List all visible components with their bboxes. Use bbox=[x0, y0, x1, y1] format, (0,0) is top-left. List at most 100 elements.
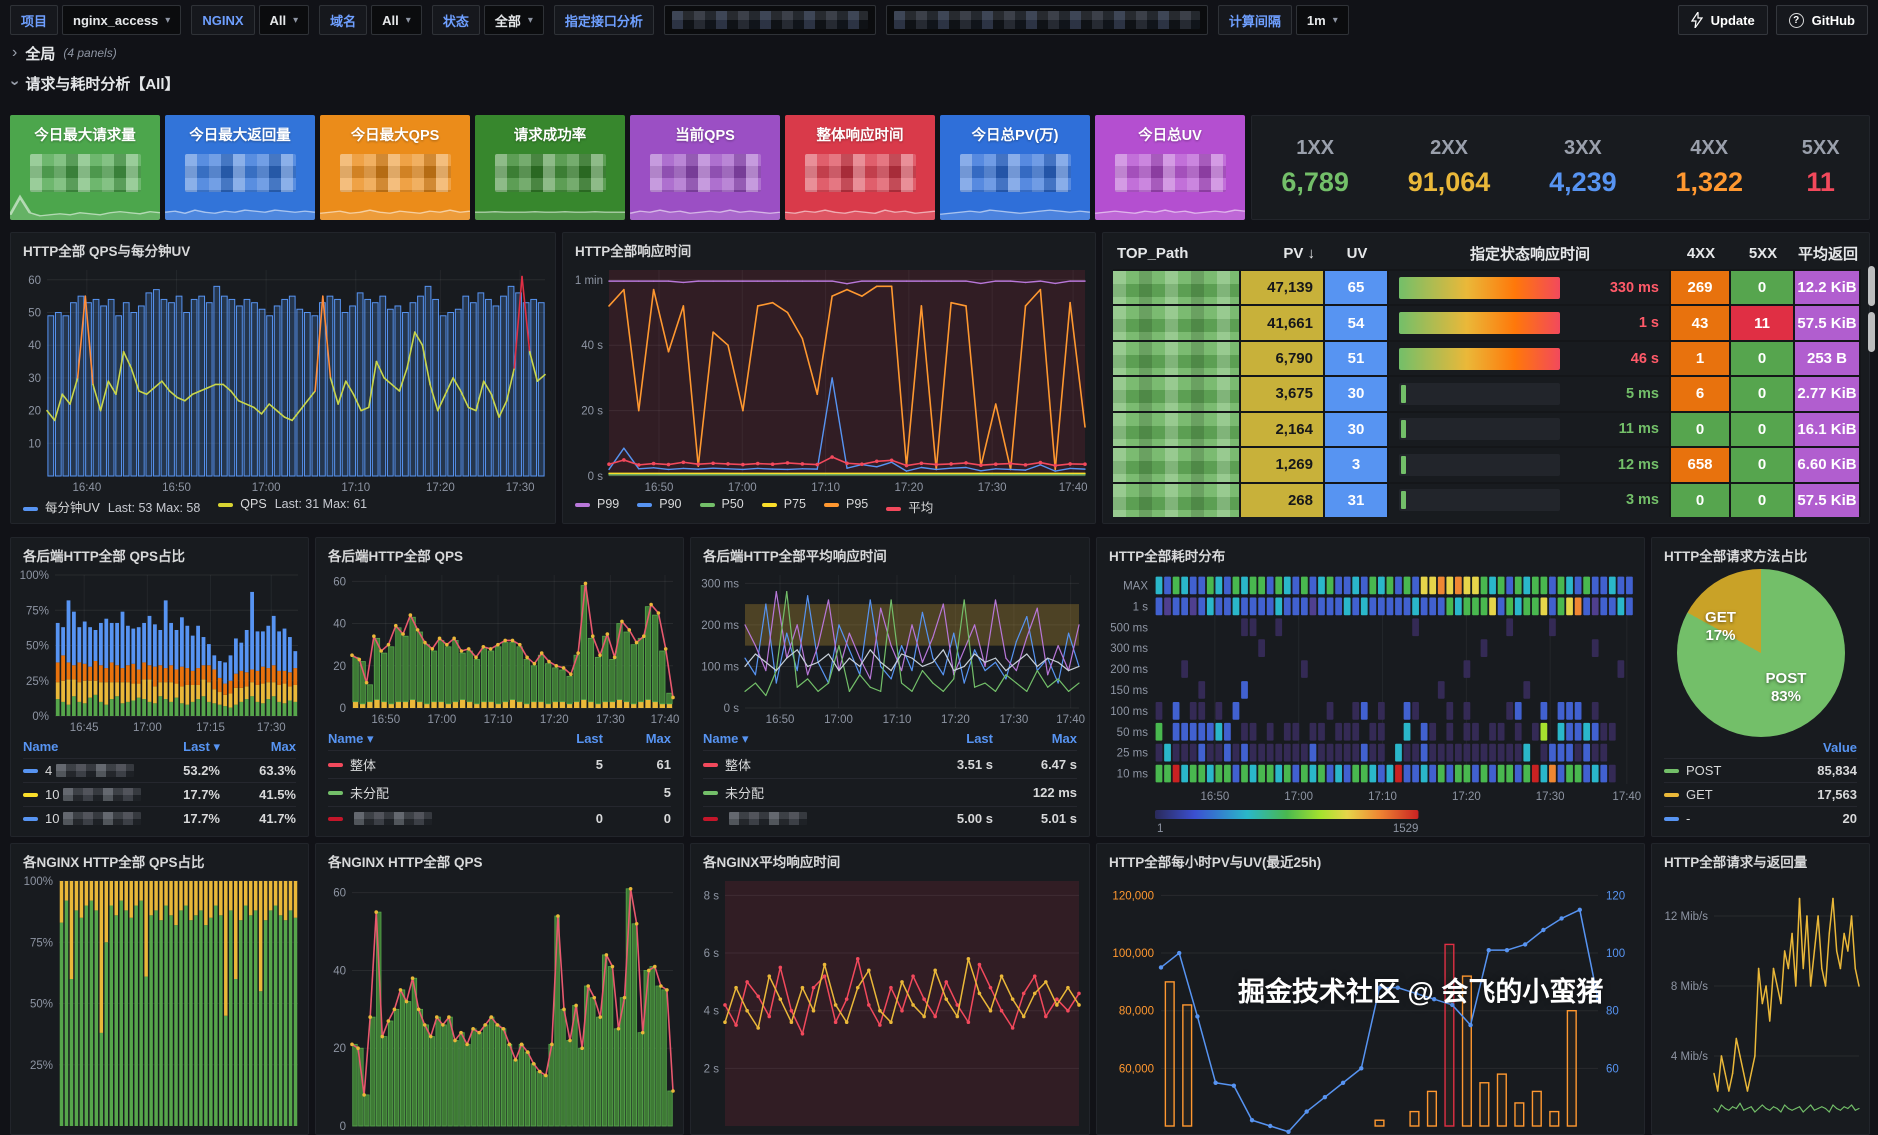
row-header-global[interactable]: › 全局 (4 panels) bbox=[0, 40, 1878, 66]
svg-text:20: 20 bbox=[333, 661, 346, 673]
panel-title[interactable]: HTTP全部请求方法占比 bbox=[1652, 538, 1869, 567]
legend-col-header[interactable]: Value bbox=[1771, 737, 1857, 758]
stat-tile-sparkline bbox=[165, 194, 315, 220]
stat-tile[interactable]: 今日总PV(万) bbox=[940, 115, 1090, 220]
legend-series-name[interactable]: GET bbox=[1664, 782, 1771, 806]
legend-item[interactable]: P99 bbox=[575, 497, 619, 516]
series-name: GET bbox=[1686, 787, 1713, 802]
legend-item[interactable]: P50 bbox=[700, 497, 744, 516]
column-header[interactable]: 平均返回 bbox=[1795, 243, 1861, 264]
column-header[interactable]: PV ↓ bbox=[1241, 245, 1325, 262]
legend-col-header[interactable]: Max bbox=[220, 736, 296, 758]
panel-title[interactable]: 各后端HTTP全部平均响应时间 bbox=[691, 538, 1089, 567]
table-row: 41,661541 s431157.5 KiB bbox=[1113, 304, 1861, 339]
legend-col-header[interactable]: Max bbox=[993, 728, 1077, 750]
stat-tile[interactable]: 今日最大返回量 bbox=[165, 115, 315, 220]
legend-item[interactable]: 平均 bbox=[886, 497, 933, 516]
panel-duration-heatmap: HTTP全部耗时分布 16:5017:0017:1017:2017:3017:4… bbox=[1096, 537, 1645, 837]
panel-title[interactable]: HTTP全部每小时PV与UV(最近25h) bbox=[1097, 844, 1644, 873]
legend-series-name[interactable]: 整体 bbox=[703, 750, 909, 778]
interval-select[interactable]: 1m▾ bbox=[1296, 5, 1349, 35]
nginx-select[interactable]: All▾ bbox=[259, 5, 310, 35]
legend-item[interactable]: P90 bbox=[637, 497, 681, 516]
legend-swatch bbox=[23, 769, 38, 773]
stat-tile[interactable]: 整体响应时间 bbox=[785, 115, 935, 220]
legend-col-header[interactable]: Last ▾ bbox=[144, 736, 220, 758]
avg-return-cell: 2.77 KiB bbox=[1795, 377, 1861, 410]
redacted-input[interactable] bbox=[664, 5, 876, 35]
svg-text:60: 60 bbox=[1606, 1063, 1619, 1075]
panel-title[interactable]: 各NGINX HTTP全部 QPS占比 bbox=[11, 844, 308, 873]
stat-tile[interactable]: 当前QPS bbox=[630, 115, 780, 220]
stat-tile[interactable]: 请求成功率 bbox=[475, 115, 625, 220]
stat-tile[interactable]: 今日最大请求量 bbox=[10, 115, 160, 220]
panel-title[interactable]: 各NGINX HTTP全部 QPS bbox=[316, 844, 683, 873]
column-header[interactable]: 4XX bbox=[1671, 245, 1731, 262]
svg-text:40: 40 bbox=[333, 965, 346, 977]
legend-col-header[interactable]: Name bbox=[23, 736, 144, 758]
panel-title[interactable]: 各后端HTTP全部 QPS占比 bbox=[11, 538, 308, 567]
panel-qps-uv: HTTP全部 QPS与每分钟UV 10203040506016:4016:501… bbox=[10, 232, 556, 524]
legend-series-name[interactable] bbox=[703, 806, 909, 830]
svg-text:17:20: 17:20 bbox=[941, 714, 970, 726]
scrollbar-thumb[interactable] bbox=[1868, 312, 1875, 352]
legend-item[interactable]: QPSLast: 31 Max: 61 bbox=[218, 497, 367, 516]
update-button[interactable]: Update bbox=[1678, 5, 1768, 35]
legend-col-header[interactable]: Last bbox=[535, 728, 603, 750]
domain-select[interactable]: All▾ bbox=[371, 5, 422, 35]
legend-col-header[interactable]: Last bbox=[909, 728, 993, 750]
svg-text:6 s: 6 s bbox=[704, 948, 720, 960]
legend-series-name[interactable]: 10 bbox=[23, 806, 144, 830]
panel-title[interactable]: 各NGINX平均响应时间 bbox=[691, 844, 1089, 873]
legend-series-name[interactable]: 未分配 bbox=[328, 778, 535, 806]
svg-text:17:20: 17:20 bbox=[894, 482, 923, 494]
redacted-input[interactable] bbox=[886, 5, 1208, 35]
svg-text:MAX: MAX bbox=[1123, 580, 1148, 592]
svg-text:50: 50 bbox=[28, 308, 41, 320]
bar-track bbox=[1399, 418, 1560, 440]
column-header[interactable]: UV bbox=[1325, 245, 1389, 262]
legend-item[interactable]: 每分钟UVLast: 53 Max: 58 bbox=[23, 497, 200, 516]
legend-series-name[interactable]: 10 bbox=[23, 782, 144, 806]
legend-series-name[interactable]: 4 bbox=[23, 758, 144, 782]
svg-text:12 Mib/s: 12 Mib/s bbox=[1665, 911, 1709, 923]
legend-col-header[interactable]: Max bbox=[603, 728, 671, 750]
svg-text:17:30: 17:30 bbox=[999, 714, 1028, 726]
column-header[interactable]: 5XX bbox=[1731, 245, 1795, 262]
panel-title[interactable]: HTTP全部 QPS与每分钟UV bbox=[11, 233, 555, 262]
svg-text:10 ms: 10 ms bbox=[1117, 769, 1149, 781]
backend-response-chart: 0 s100 ms200 ms300 ms16:5017:0017:1017:2… bbox=[691, 567, 1089, 728]
panel-title[interactable]: HTTP全部响应时间 bbox=[563, 233, 1095, 262]
column-header[interactable]: 指定状态响应时间 bbox=[1389, 243, 1671, 264]
uv-cell: 31 bbox=[1325, 484, 1389, 517]
chevron-down-icon: ▾ bbox=[528, 15, 533, 26]
legend-series-name[interactable]: 未分配 bbox=[703, 778, 909, 806]
legend-label: P95 bbox=[846, 497, 868, 511]
svg-text:17:10: 17:10 bbox=[484, 714, 513, 726]
legend-series-name[interactable]: POST bbox=[1664, 758, 1771, 782]
legend-item[interactable]: P95 bbox=[824, 497, 868, 516]
legend-series-name[interactable]: 整体 bbox=[328, 750, 535, 778]
status-select[interactable]: 全部▾ bbox=[484, 5, 544, 35]
legend-col-header[interactable]: Name ▾ bbox=[328, 728, 535, 750]
scrollbar-thumb[interactable] bbox=[1868, 266, 1875, 306]
legend-item[interactable]: P75 bbox=[762, 497, 806, 516]
panel-title[interactable]: HTTP全部请求与返回量 bbox=[1652, 844, 1869, 873]
stat-tile[interactable]: 今日最大QPS bbox=[320, 115, 470, 220]
column-header[interactable]: TOP_Path bbox=[1113, 245, 1241, 262]
panel-title[interactable]: HTTP全部耗时分布 bbox=[1097, 538, 1644, 567]
legend-col-header[interactable]: Name ▾ bbox=[703, 728, 909, 750]
legend-col-header[interactable] bbox=[1664, 737, 1771, 758]
legend-label: P90 bbox=[659, 497, 681, 511]
series-name: 整体 bbox=[350, 755, 376, 774]
stat-tile[interactable]: 今日总UV bbox=[1095, 115, 1245, 220]
github-button[interactable]: ? GitHub bbox=[1776, 5, 1868, 35]
panel-title[interactable]: 各后端HTTP全部 QPS bbox=[316, 538, 683, 567]
backend-response-legend: Name ▾LastMax整体3.51 s6.47 s未分配122 ms5.00… bbox=[691, 728, 1089, 836]
legend-series-name[interactable]: - bbox=[1664, 806, 1771, 830]
5xx-cell: 0 bbox=[1731, 484, 1795, 517]
legend-series-name[interactable] bbox=[328, 806, 535, 830]
project-select[interactable]: nginx_access▾ bbox=[62, 5, 181, 35]
section-header-analysis[interactable]: › 请求与耗时分析【All】 bbox=[0, 66, 1878, 100]
nginx-qps-chart: 0204060 bbox=[316, 873, 683, 1134]
